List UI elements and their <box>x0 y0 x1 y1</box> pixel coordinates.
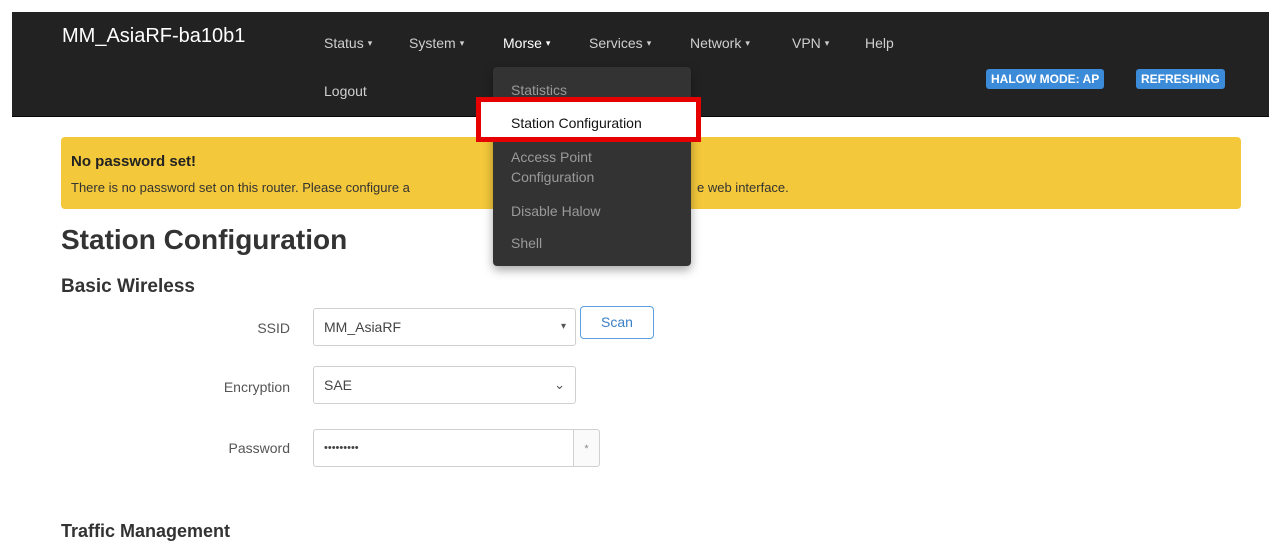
menu-item-access-point-configuration[interactable]: Access Point Configuration <box>511 147 631 187</box>
scan-button[interactable]: Scan <box>580 306 654 339</box>
alert-text: There is no password set on this router.… <box>71 180 410 195</box>
nav-vpn-label: VPN <box>792 35 821 51</box>
nav-services[interactable]: Services ▾ <box>589 34 651 52</box>
reveal-password-icon[interactable]: * <box>573 429 600 467</box>
ssid-value: MM_AsiaRF <box>324 319 402 335</box>
section-basic-wireless: Basic Wireless <box>61 276 195 297</box>
menu-item-shell[interactable]: Shell <box>511 233 542 253</box>
ssid-label: SSID <box>257 320 290 336</box>
nav-vpn[interactable]: VPN ▾ <box>792 34 829 52</box>
chevron-down-icon: ⌄ <box>554 377 565 392</box>
nav-network-label: Network <box>690 35 742 51</box>
encryption-value: SAE <box>324 377 353 393</box>
morse-dropdown-menu: Statistics Access Point Configuration Di… <box>493 67 691 266</box>
encryption-label: Encryption <box>223 379 290 395</box>
ssid-select[interactable]: MM_AsiaRF ▾ <box>313 308 576 346</box>
password-label: Password <box>228 440 290 456</box>
menu-item-disable-halow[interactable]: Disable Halow <box>511 201 600 221</box>
menu-item-statistics[interactable]: Statistics <box>511 80 567 100</box>
menu-item-station-configuration[interactable]: Station Configuration <box>511 113 642 133</box>
alert-title: No password set! <box>71 153 197 170</box>
nav-help-label: Help <box>865 35 894 51</box>
nav-logout[interactable]: Logout <box>324 82 367 100</box>
section-traffic-management: Traffic Management <box>61 521 231 541</box>
encryption-select[interactable]: SAE ⌄ <box>313 366 576 404</box>
nav-services-label: Services <box>589 35 643 51</box>
caret-down-icon: ▾ <box>459 38 465 48</box>
password-field[interactable]: ••••••••• <box>313 429 574 467</box>
nav-help[interactable]: Help <box>865 34 894 52</box>
page-title: Station Configuration <box>61 224 348 255</box>
caret-down-icon: ▾ <box>745 38 750 48</box>
nav-morse-label: Morse <box>503 35 542 51</box>
caret-down-icon: ▾ <box>367 38 373 48</box>
nav-status[interactable]: Status ▾ <box>324 34 372 52</box>
nav-status-label: Status <box>324 35 364 51</box>
caret-down-icon: ▾ <box>545 38 551 48</box>
halow-mode-badge: HALOW MODE: AP <box>986 69 1105 89</box>
nav-morse[interactable]: Morse ▾ <box>503 34 550 52</box>
caret-down-icon: ▾ <box>824 38 830 48</box>
brand-hostname[interactable]: MM_AsiaRF-ba10b1 <box>62 26 252 46</box>
select-arrow-icon: ▾ <box>560 321 566 332</box>
nav-network[interactable]: Network ▾ <box>690 34 750 52</box>
refreshing-badge: REFRESHING <box>1136 69 1225 89</box>
password-value: ••••••••• <box>324 442 359 454</box>
alert-text-end: e web interface. <box>697 180 789 195</box>
caret-down-icon: ▾ <box>646 38 652 48</box>
nav-system-label: System <box>409 35 456 51</box>
nav-system[interactable]: System ▾ <box>409 34 464 52</box>
